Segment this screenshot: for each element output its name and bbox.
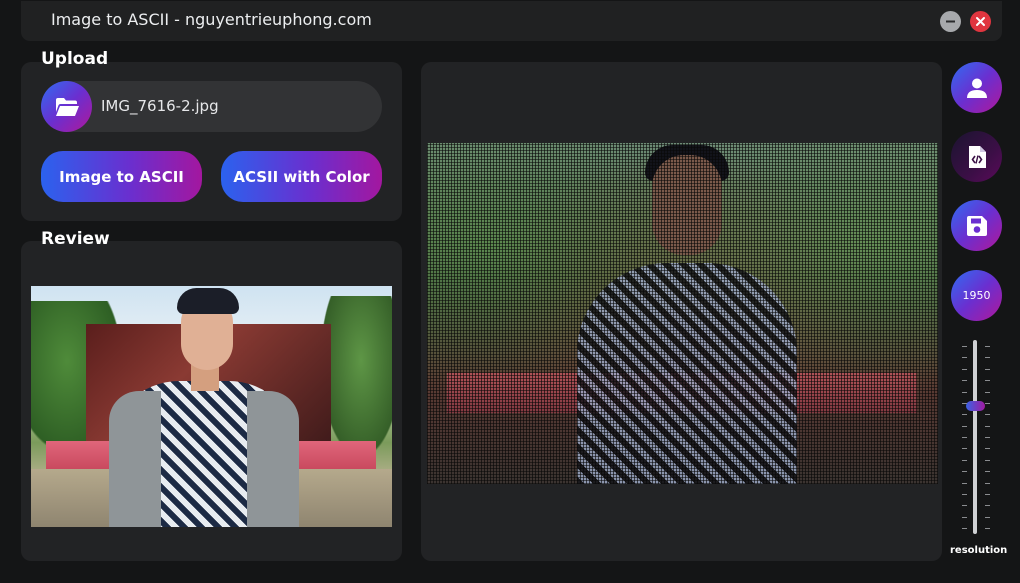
- slider-tick: [985, 402, 990, 404]
- slider-tick: [962, 346, 967, 347]
- minimize-icon: [946, 20, 955, 23]
- slider-tick: [962, 414, 967, 416]
- image-to-ascii-button[interactable]: Image to ASCII: [41, 151, 202, 202]
- slider-tick: [962, 425, 967, 427]
- slider-tick: [985, 471, 990, 473]
- slider-tick: [962, 516, 967, 518]
- slider-track[interactable]: [973, 340, 977, 534]
- slider-tick: [962, 391, 967, 393]
- slider-tick: [985, 482, 990, 484]
- ascii-with-color-button[interactable]: ACSII with Color: [221, 151, 382, 202]
- slider-tick: [985, 414, 990, 416]
- slider-tick: [985, 528, 990, 529]
- slider-handle[interactable]: [966, 400, 985, 411]
- slider-tick: [962, 493, 967, 495]
- slider-tick: [962, 357, 967, 359]
- minimize-button[interactable]: [940, 11, 961, 32]
- resolution-badge: 1950: [951, 270, 1002, 321]
- slider-tick: [985, 357, 990, 359]
- file-name: IMG_7616-2.jpg: [101, 97, 219, 115]
- slider-tick: [962, 402, 967, 404]
- slider-tick: [985, 368, 990, 370]
- slider-tick: [985, 516, 990, 518]
- upload-heading: Upload: [41, 49, 109, 69]
- slider-tick: [962, 505, 967, 507]
- slider-tick: [985, 505, 990, 507]
- ascii-output-image: [427, 143, 938, 484]
- save-icon: [966, 215, 987, 236]
- file-field[interactable]: IMG_7616-2.jpg: [41, 81, 382, 132]
- app-window: Image to ASCII - nguyentrieuphong.com Up…: [0, 0, 1020, 583]
- review-heading: Review: [41, 229, 110, 249]
- open-file-button[interactable]: [41, 81, 92, 132]
- slider-tick: [962, 368, 967, 370]
- slider-tick: [962, 448, 967, 450]
- slider-label: resolution: [950, 545, 1008, 556]
- resolution-slider[interactable]: [958, 340, 994, 534]
- slider-tick: [985, 448, 990, 450]
- preview-image: [31, 286, 392, 527]
- slider-tick: [962, 528, 967, 529]
- code-file-icon: [968, 145, 986, 168]
- slider-tick: [985, 391, 990, 393]
- save-button[interactable]: [951, 200, 1002, 251]
- export-code-button[interactable]: [951, 131, 1002, 182]
- slider-tick: [985, 425, 990, 427]
- slider-tick: [985, 493, 990, 495]
- title-bar[interactable]: Image to ASCII - nguyentrieuphong.com: [21, 1, 1002, 41]
- slider-tick: [962, 459, 967, 461]
- slider-tick: [985, 459, 990, 461]
- slider-tick: [962, 437, 967, 438]
- window-title: Image to ASCII - nguyentrieuphong.com: [51, 10, 372, 29]
- slider-tick: [985, 380, 990, 382]
- close-icon: [976, 17, 985, 26]
- slider-tick: [962, 471, 967, 473]
- slider-tick: [985, 346, 990, 347]
- user-button[interactable]: [951, 62, 1002, 113]
- folder-open-icon: [55, 97, 79, 116]
- close-button[interactable]: [970, 11, 991, 32]
- slider-tick: [985, 437, 990, 438]
- slider-tick: [962, 380, 967, 382]
- user-icon: [966, 78, 987, 98]
- slider-tick: [962, 482, 967, 484]
